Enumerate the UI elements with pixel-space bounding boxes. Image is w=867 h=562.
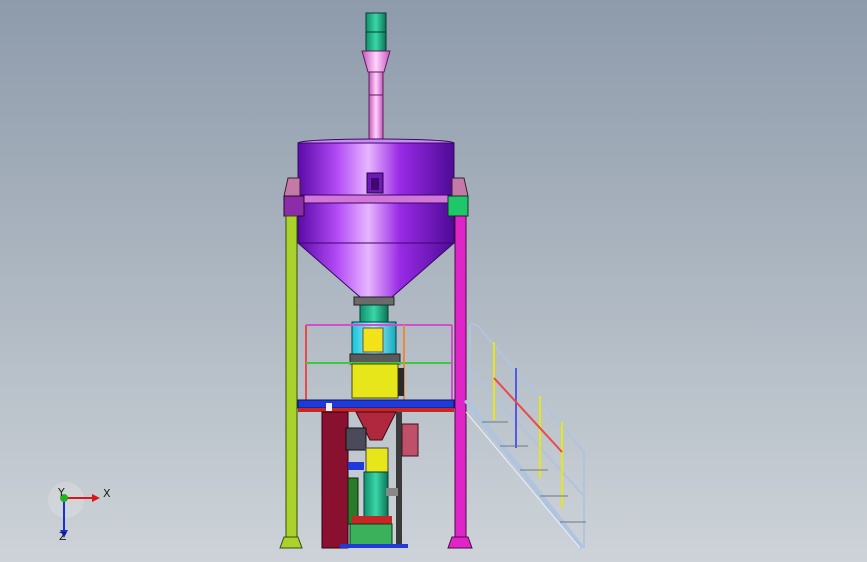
triad-z-label: Z	[59, 530, 67, 543]
triad-x-label: X	[103, 487, 111, 500]
elevator-head[interactable]	[361, 12, 391, 73]
discharge-gate[interactable]	[349, 296, 401, 365]
cad-viewport[interactable]: X Y Z	[0, 0, 867, 562]
platform-deck[interactable]	[297, 399, 455, 412]
bag-clamp[interactable]	[347, 471, 398, 547]
machine-assembly-model[interactable]	[0, 0, 867, 562]
weighing-scale[interactable]	[351, 363, 404, 399]
base-plate[interactable]	[340, 544, 408, 548]
packing-hopper[interactable]	[345, 411, 419, 473]
feed-pipe[interactable]	[368, 71, 384, 143]
staircase[interactable]	[464, 323, 586, 550]
left-support-column[interactable]	[279, 215, 303, 549]
storage-hopper[interactable]	[295, 138, 457, 298]
triad-y-label: Y	[58, 486, 65, 499]
